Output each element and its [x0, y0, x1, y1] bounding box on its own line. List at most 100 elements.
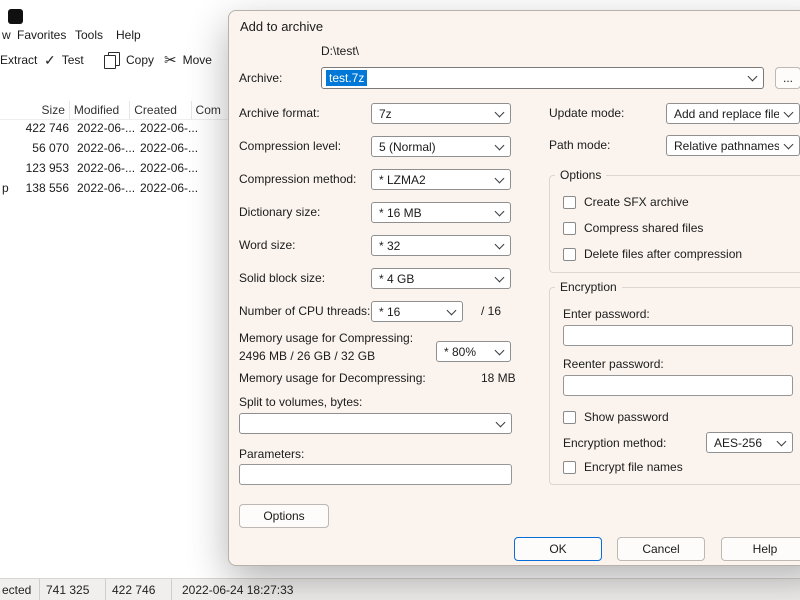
cell-created: 2022-06-...	[140, 181, 199, 195]
toolbar: Extract ✓ Test Copy ✂ Move	[0, 46, 230, 74]
test-button[interactable]: ✓ Test	[44, 46, 84, 74]
checkbox-box	[563, 195, 576, 209]
column-header-comment[interactable]: Com	[192, 101, 230, 119]
chevron-down-icon	[494, 272, 505, 282]
file-row[interactable]: 56 070 2022-06-... 2022-06-...	[0, 138, 230, 158]
move-button[interactable]: ✂ Move	[164, 46, 212, 74]
column-header-size[interactable]: Size	[0, 101, 70, 119]
status-timestamp: 2022-06-24 18:27:33	[182, 582, 294, 597]
copy-icon	[104, 51, 120, 69]
copy-label: Copy	[126, 53, 155, 67]
split-volumes-label: Split to volumes, bytes:	[239, 395, 363, 409]
memory-decompress-value: 18 MB	[481, 371, 516, 385]
copy-button[interactable]: Copy	[104, 46, 154, 74]
reenter-password-input[interactable]	[563, 375, 793, 396]
memory-compress-select[interactable]: * 80%	[436, 341, 511, 362]
column-header-modified[interactable]: Modified	[70, 101, 131, 119]
memory-compress-label: Memory usage for Compressing:	[239, 331, 414, 345]
scissors-icon: ✂	[164, 52, 177, 69]
checkbox-box	[563, 410, 576, 424]
checkbox-box	[563, 221, 576, 235]
solid-block-size-label: Solid block size:	[239, 271, 326, 285]
cell-name-partial: p	[2, 181, 9, 195]
archive-format-label: Archive format:	[239, 106, 320, 120]
extract-label: Extract	[0, 53, 38, 67]
compression-level-label: Compression level:	[239, 139, 342, 153]
cancel-button[interactable]: Cancel	[617, 537, 705, 561]
browse-button[interactable]: ...	[775, 67, 800, 89]
status-size-total: 741 325	[40, 579, 106, 600]
add-to-archive-dialog: Add to archive Archive: D:\test\ test.7z…	[228, 10, 800, 566]
memory-decompress-label: Memory usage for Decompressing:	[239, 371, 426, 385]
column-header-created[interactable]: Created	[130, 101, 192, 119]
chevron-down-icon	[747, 71, 758, 82]
encrypt-file-names-checkbox[interactable]: Encrypt file names	[563, 460, 683, 474]
file-row[interactable]: 123 953 2022-06-... 2022-06-...	[0, 158, 230, 178]
cell-size: 138 556	[25, 181, 69, 195]
menu-item-view-partial[interactable]: w	[2, 28, 11, 42]
chevron-down-icon	[783, 107, 794, 117]
cell-size: 422 746	[25, 121, 69, 135]
memory-compress-values: 2496 MB / 26 GB / 32 GB	[239, 349, 376, 363]
chevron-down-icon	[494, 173, 505, 183]
cell-size: 56 070	[32, 141, 69, 155]
file-row[interactable]: 422 746 2022-06-... 2022-06-...	[0, 118, 230, 138]
menu-item-help[interactable]: Help	[116, 28, 141, 42]
status-bar: ected 741 325 422 746 2022-06-24 18:27:3…	[0, 578, 800, 600]
compression-method-label: Compression method:	[239, 172, 357, 186]
menu-item-favorites[interactable]: Favorites	[17, 28, 66, 42]
chevron-down-icon	[494, 345, 505, 355]
enter-password-label: Enter password:	[563, 307, 650, 321]
status-selected: ected	[0, 579, 40, 600]
checkbox-box	[563, 247, 576, 261]
enter-password-input[interactable]	[563, 325, 793, 346]
update-mode-label: Update mode:	[549, 106, 625, 120]
compression-level-select[interactable]: 5 (Normal)	[371, 136, 511, 157]
compress-shared-checkbox[interactable]: Compress shared files	[563, 221, 703, 235]
cell-modified: 2022-06-...	[77, 161, 136, 175]
archive-label: Archive:	[239, 71, 283, 85]
update-mode-select[interactable]: Add and replace files	[666, 103, 800, 124]
cell-modified: 2022-06-...	[77, 121, 136, 135]
word-size-label: Word size:	[239, 238, 296, 252]
cpu-threads-select[interactable]: * 16	[371, 301, 463, 322]
extract-button[interactable]: Extract	[0, 46, 37, 74]
path-mode-select[interactable]: Relative pathnames	[666, 135, 800, 156]
cell-modified: 2022-06-...	[77, 181, 136, 195]
file-row[interactable]: p 138 556 2022-06-... 2022-06-...	[0, 178, 230, 198]
archive-name-selected-text: test.7z	[326, 70, 368, 86]
encryption-group-title: Encryption	[555, 280, 622, 294]
archive-name-input[interactable]: test.7z	[321, 67, 764, 89]
chevron-down-icon	[783, 139, 794, 149]
cell-created: 2022-06-...	[140, 141, 199, 155]
parameters-input[interactable]	[239, 464, 512, 485]
cell-created: 2022-06-...	[140, 161, 199, 175]
app-icon	[8, 9, 23, 24]
split-volumes-select[interactable]	[239, 413, 512, 434]
check-icon: ✓	[44, 51, 56, 68]
move-label: Move	[182, 53, 212, 67]
options-button[interactable]: Options	[239, 504, 329, 528]
cpu-threads-max: / 16	[481, 304, 502, 318]
archive-directory: D:\test\	[321, 44, 360, 58]
path-mode-label: Path mode:	[549, 138, 611, 152]
help-button[interactable]: Help	[721, 537, 800, 561]
archive-format-select[interactable]: 7z	[371, 103, 511, 124]
dictionary-size-select[interactable]: * 16 MB	[371, 202, 511, 223]
delete-after-compression-checkbox[interactable]: Delete files after compression	[563, 247, 742, 261]
reenter-password-label: Reenter password:	[563, 357, 664, 371]
chevron-down-icon	[494, 107, 505, 117]
encryption-method-select[interactable]: AES-256	[706, 432, 793, 453]
show-password-checkbox[interactable]: Show password	[563, 410, 669, 424]
browse-label: ...	[782, 71, 793, 85]
dictionary-size-label: Dictionary size:	[239, 205, 321, 219]
compression-method-select[interactable]: * LZMA2	[371, 169, 511, 190]
word-size-select[interactable]: * 32	[371, 235, 511, 256]
cell-created: 2022-06-...	[140, 121, 199, 135]
chevron-down-icon	[494, 206, 505, 216]
ok-button[interactable]: OK	[514, 537, 602, 561]
solid-block-size-select[interactable]: * 4 GB	[371, 268, 511, 289]
parameters-label: Parameters:	[239, 447, 305, 461]
menu-item-tools[interactable]: Tools	[75, 28, 103, 42]
create-sfx-checkbox[interactable]: Create SFX archive	[563, 195, 689, 209]
